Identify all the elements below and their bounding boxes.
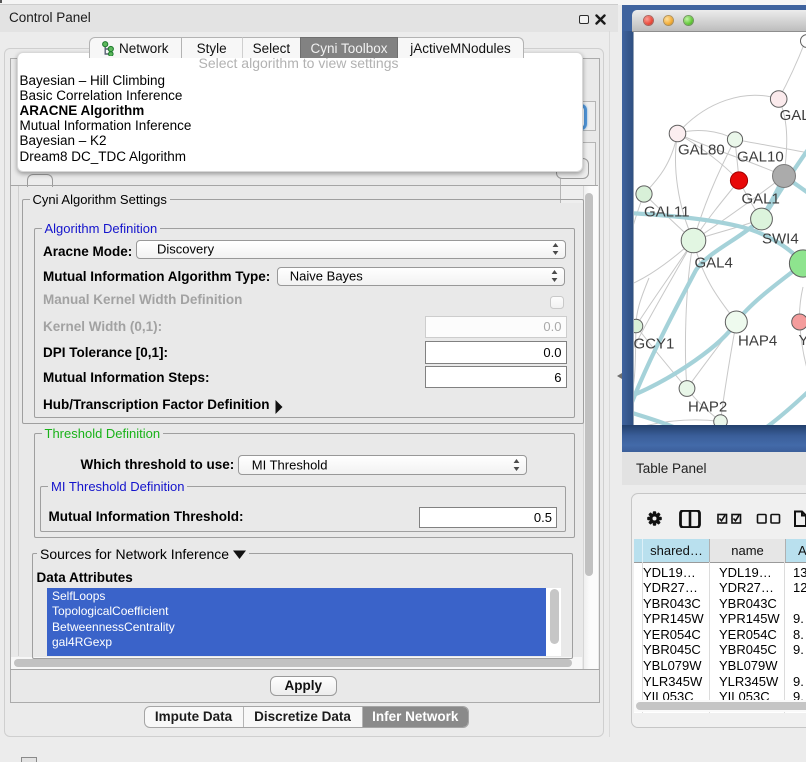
svg-text:GAL80: GAL80 <box>678 141 725 158</box>
svg-text:SWI4: SWI4 <box>762 230 799 247</box>
svg-text:GCY1: GCY1 <box>633 335 674 352</box>
svg-text:HAP2: HAP2 <box>688 398 727 415</box>
svg-text:GAL10: GAL10 <box>737 148 784 165</box>
svg-text:GAL1: GAL1 <box>741 190 779 207</box>
svg-text:GAL: GAL <box>779 107 806 124</box>
svg-text:Y: Y <box>798 332 806 349</box>
svg-text:HAP4: HAP4 <box>738 332 777 349</box>
svg-text:GAL11: GAL11 <box>644 203 690 220</box>
svg-text:GAL4: GAL4 <box>694 254 732 271</box>
